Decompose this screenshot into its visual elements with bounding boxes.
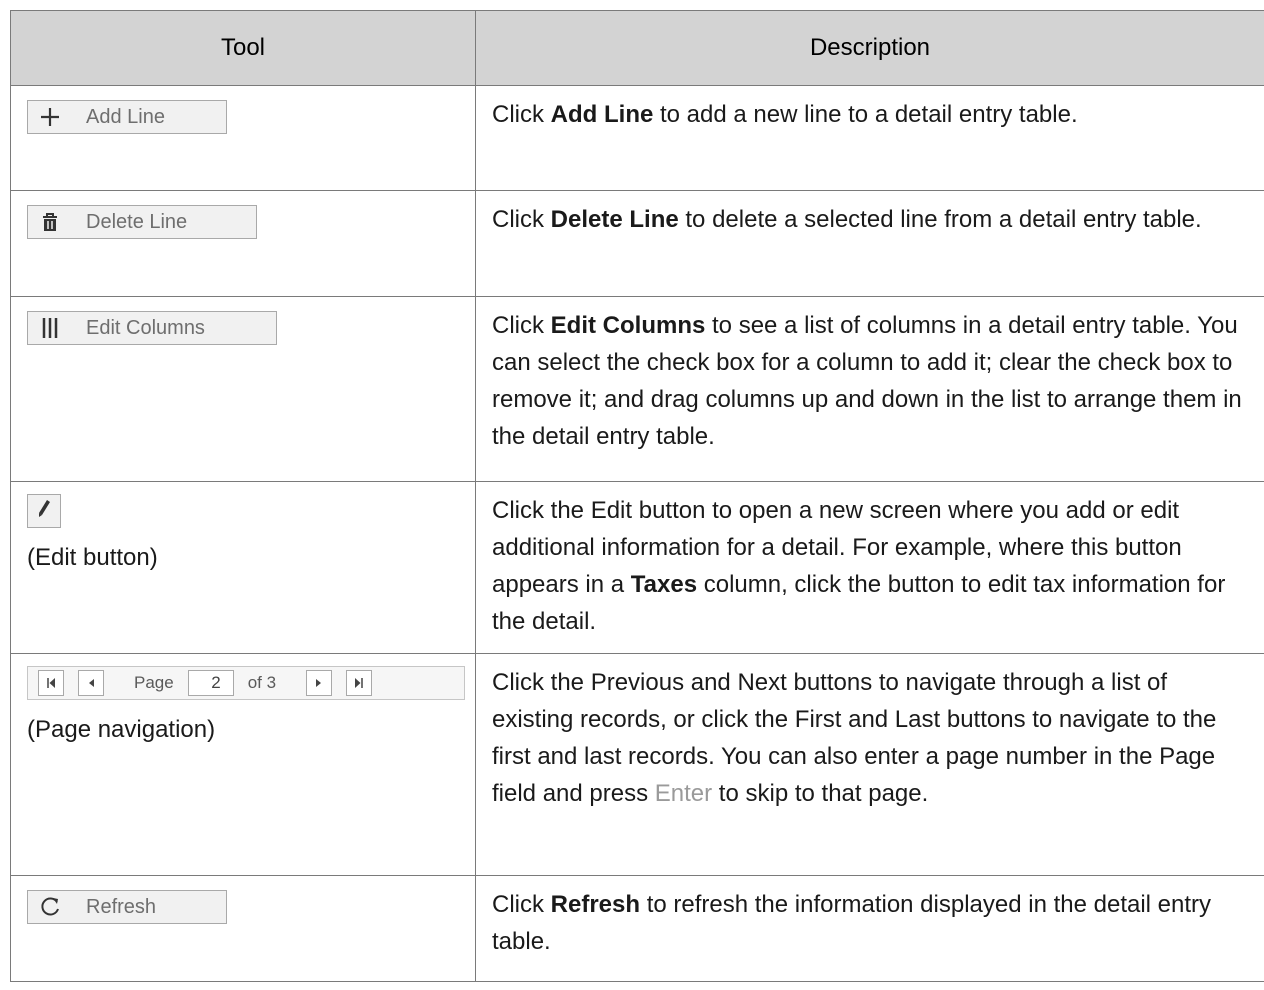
add-line-button[interactable]: Add Line <box>27 100 227 134</box>
tool-cell: Refresh <box>10 875 476 982</box>
ui-term: Edit Columns <box>550 312 706 339</box>
description-text: Click <box>492 891 551 918</box>
description-cell: Click the Previous and Next buttons to n… <box>475 653 1264 876</box>
table-row: (Edit button) Click the Edit button to o… <box>10 481 1264 654</box>
page-count-label: of 3 <box>247 673 277 692</box>
keyboard-key: Enter <box>654 780 713 807</box>
tool-cell: Add Line <box>10 85 476 191</box>
tool-cell: Delete Line <box>10 190 476 297</box>
table-row: Refresh Click Refresh to refresh the inf… <box>10 875 1264 982</box>
page-number-field[interactable]: 2 <box>187 670 234 696</box>
previous-page-icon <box>89 679 94 687</box>
description-text: to add a new line to a detail entry tabl… <box>653 101 1078 128</box>
description-cell: Click Edit Columns to see a list of colu… <box>475 296 1264 482</box>
description-text: Click <box>492 312 551 339</box>
description-text: Click <box>492 101 551 128</box>
ui-term: Delete Line <box>550 206 679 233</box>
header-tool: Tool <box>10 10 476 86</box>
edit-button-caption: (Edit button) <box>27 544 158 571</box>
header-description: Description <box>475 10 1264 86</box>
first-page-button[interactable] <box>38 670 64 696</box>
tools-table: Tool Description Add Line Click Add Line… <box>10 10 1264 982</box>
trash-icon <box>28 211 72 233</box>
refresh-label: Refresh <box>86 895 157 918</box>
description-text: Click <box>492 206 551 233</box>
description-cell: Click the Edit button to open a new scre… <box>475 481 1264 654</box>
description-text: to skip to that page. <box>712 780 929 807</box>
edit-columns-label: Edit Columns <box>86 316 205 339</box>
edit-columns-button[interactable]: Edit Columns <box>27 311 277 345</box>
page-navigation-caption: (Page navigation) <box>27 716 216 743</box>
description-cell: Click Delete Line to delete a selected l… <box>475 190 1264 297</box>
plus-icon <box>28 107 72 127</box>
header-row: Tool Description <box>10 10 1264 86</box>
pencil-icon <box>37 499 51 524</box>
table-row: Page 2 of 3 (Page navigation) Click the … <box>10 653 1264 876</box>
table-row: Add Line Click Add Line to add a new lin… <box>10 85 1264 191</box>
next-page-button[interactable] <box>306 670 333 696</box>
table-row: Delete Line Click Delete Line to delete … <box>10 190 1264 297</box>
last-page-icon <box>355 678 363 688</box>
add-line-label: Add Line <box>86 105 165 128</box>
delete-line-label: Delete Line <box>86 210 188 233</box>
description-cell: Click Add Line to add a new line to a de… <box>475 85 1264 191</box>
page-navigation: Page 2 of 3 <box>27 666 465 700</box>
refresh-icon <box>28 896 72 918</box>
ui-term: Refresh <box>550 891 641 918</box>
ui-term: Taxes <box>630 571 698 598</box>
refresh-button[interactable]: Refresh <box>27 890 227 924</box>
next-page-icon <box>316 679 322 687</box>
tool-cell: (Edit button) <box>10 481 476 654</box>
first-page-icon <box>47 678 55 688</box>
table-row: Edit Columns Click Edit Columns to see a… <box>10 296 1264 482</box>
page-label: Page <box>134 673 174 692</box>
edit-button[interactable] <box>27 494 61 528</box>
delete-line-button[interactable]: Delete Line <box>27 205 257 239</box>
description-cell: Click Refresh to refresh the information… <box>475 875 1264 982</box>
tool-cell: Edit Columns <box>10 296 476 482</box>
columns-icon <box>28 317 72 339</box>
ui-term: Add Line <box>550 101 654 128</box>
tool-cell: Page 2 of 3 (Page navigation) <box>10 653 476 876</box>
previous-page-button[interactable] <box>78 670 104 696</box>
last-page-button[interactable] <box>346 670 373 696</box>
description-text: to delete a selected line from a detail … <box>678 206 1202 233</box>
